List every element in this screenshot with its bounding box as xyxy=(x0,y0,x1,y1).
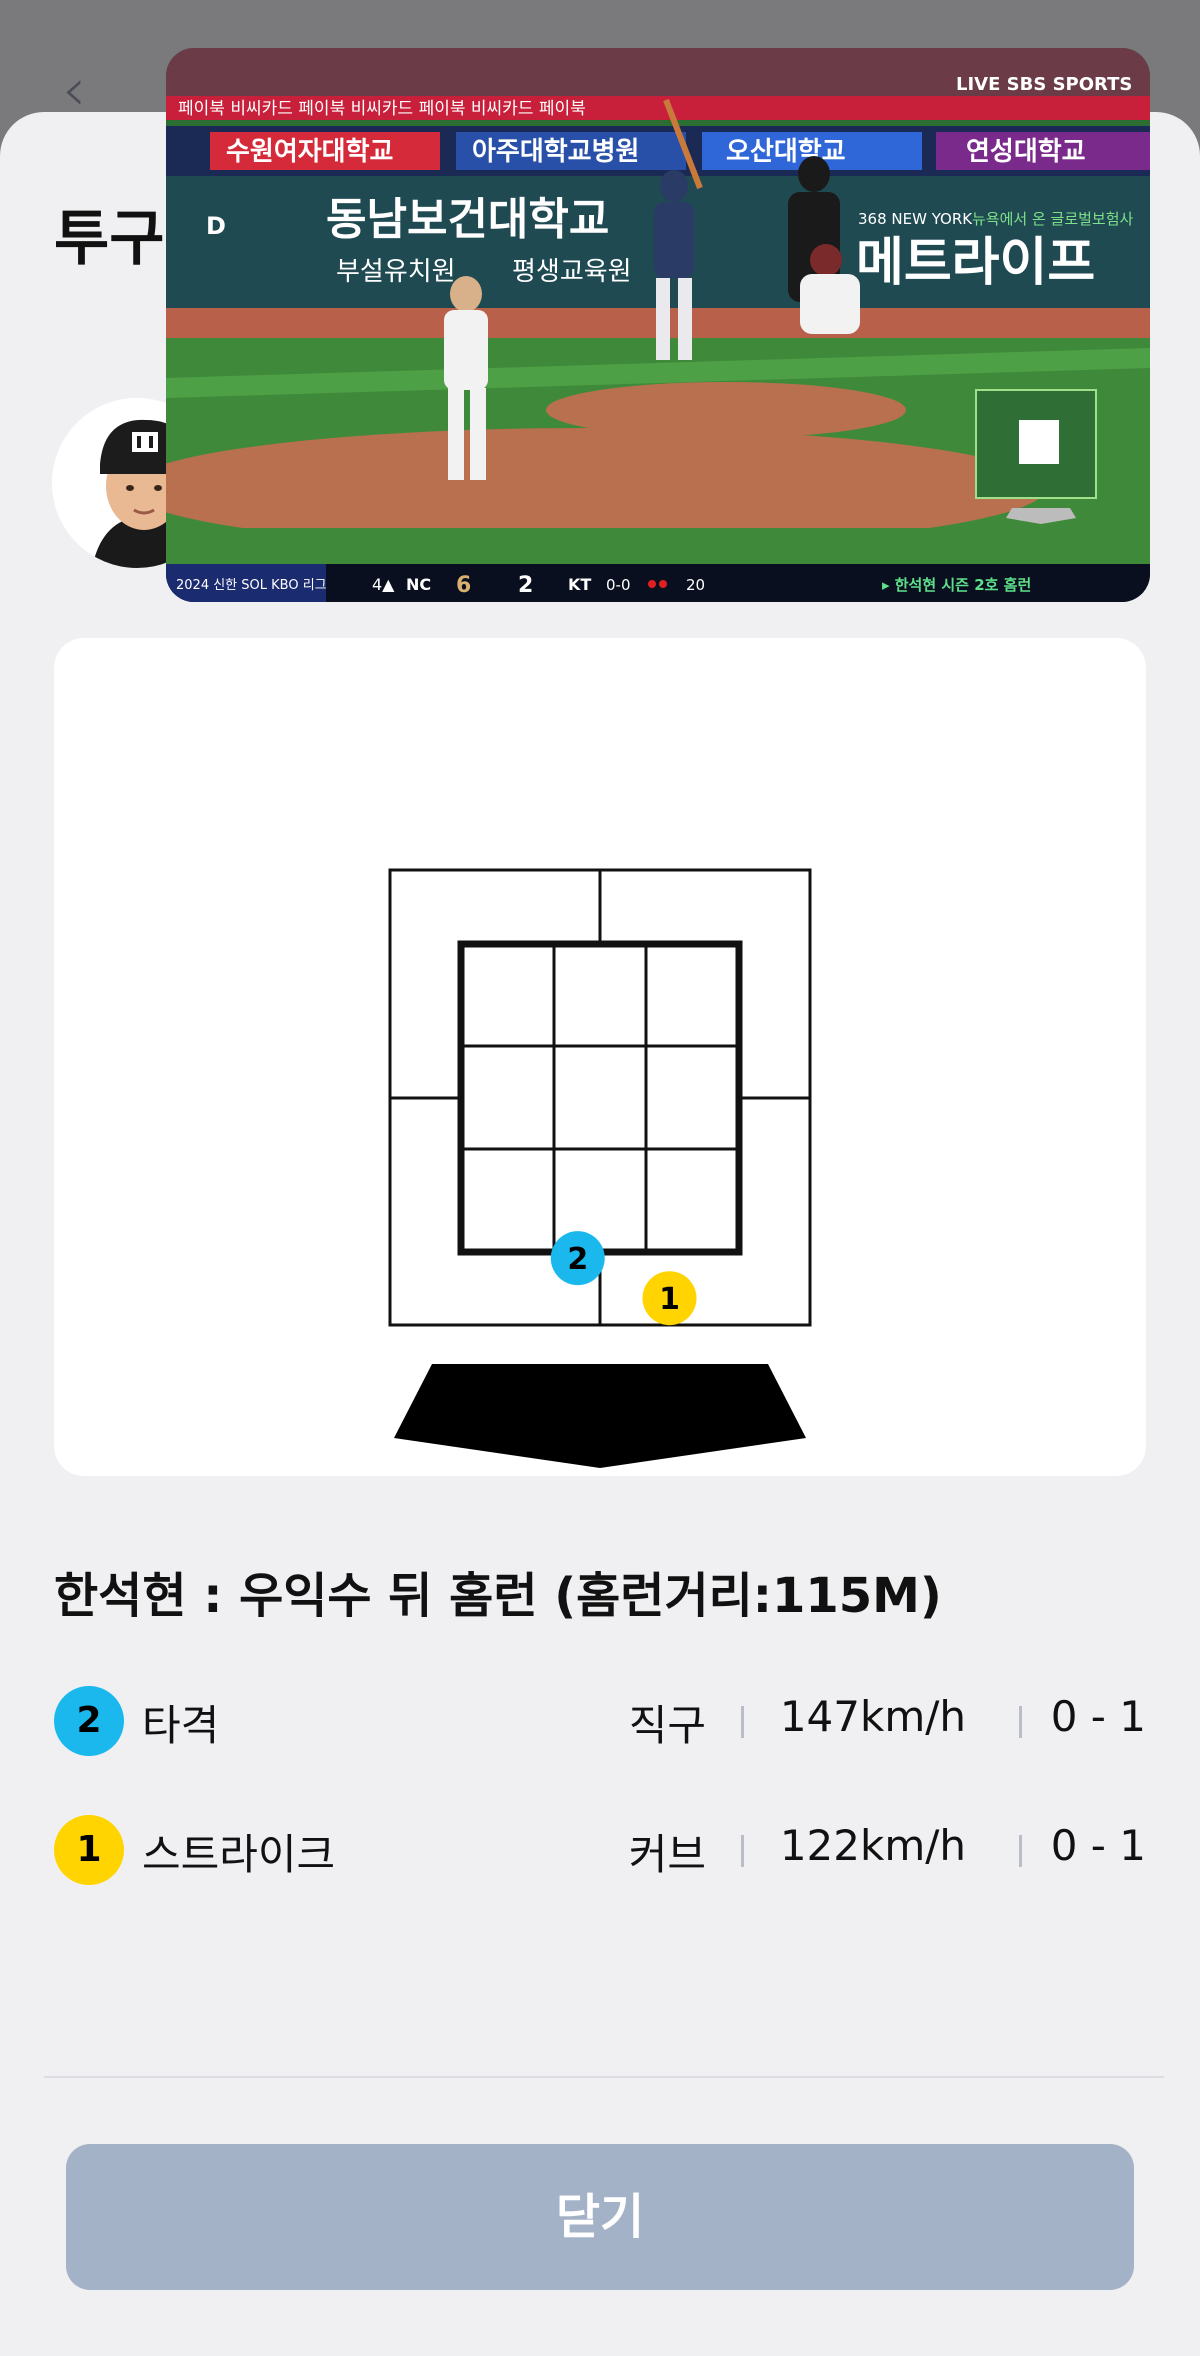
ad-wall-sub-2: 평생교육원 xyxy=(512,257,632,287)
strike-zone-diagram: 12 xyxy=(388,868,812,1468)
away-team: NC xyxy=(406,575,431,594)
strike-zone-card: 12 xyxy=(54,638,1146,1476)
wall-logo-d: D xyxy=(206,212,226,240)
pitch-speed: 147km/h xyxy=(779,1692,966,1741)
away-score: 6 xyxy=(456,573,471,598)
separator xyxy=(741,1706,744,1738)
ad-wall-main: 동남보건대학교 xyxy=(326,194,609,245)
ad-board-1: 수원여자대학교 xyxy=(226,137,393,167)
pitch-count: 20 xyxy=(686,576,705,594)
ad-board-4: 연성대학교 xyxy=(966,137,1086,167)
pitch-type: 커브 xyxy=(628,1830,706,1879)
pitch-number-badge: 2 xyxy=(54,1686,124,1756)
ad-board-2: 아주대학교병원 xyxy=(472,137,639,167)
divider xyxy=(44,2076,1164,2078)
ad-wall-small-2: 뉴욕에서 온 글로벌보험사 xyxy=(972,210,1134,228)
league-label: 2024 신한 SOL KBO 리그 xyxy=(176,578,327,593)
home-score: 2 xyxy=(518,573,533,598)
at-bat-result-title: 한석현 : 우익수 뒤 홈런 (홈런거리:115M) xyxy=(54,1568,942,1624)
ad-wall-sub-1: 부설유치원 xyxy=(336,257,456,287)
pitch-row-2: 2 타격 직구 147km/h 0 - 1 xyxy=(54,1686,1146,1756)
ad-board-3: 오산대학교 xyxy=(726,137,846,167)
pitch-row-1: 1 스트라이크 커브 122km/h 0 - 1 xyxy=(54,1815,1146,1885)
pitch-marker-number: 2 xyxy=(567,1242,588,1277)
video-frame: 페이북 비씨카드 페이북 비씨카드 페이북 비씨카드 페이북 LIVE SBS … xyxy=(166,48,1150,602)
pitch-marker-number: 1 xyxy=(659,1282,680,1317)
out-light xyxy=(659,580,667,588)
pitch-speed: 122km/h xyxy=(779,1821,966,1870)
count-label: 0-0 xyxy=(606,576,631,594)
pitch-result: 스트라이크 xyxy=(142,1830,336,1879)
pitch-marker-1: 1 xyxy=(642,1271,697,1326)
pitch-type: 직구 xyxy=(628,1701,706,1750)
ball-strike-count: 0 - 1 xyxy=(1050,1692,1146,1741)
separator xyxy=(1019,1835,1022,1867)
home-team: KT xyxy=(568,575,591,594)
inning-label: 4▲ xyxy=(372,575,395,594)
pitch-number-badge: 1 xyxy=(54,1815,124,1885)
separator xyxy=(1019,1706,1022,1738)
broadcaster-logo: LIVE SBS SPORTS xyxy=(956,74,1132,95)
back-chevron-icon[interactable]: ‹ xyxy=(62,60,112,120)
ball-strike-count: 0 - 1 xyxy=(1050,1821,1146,1870)
pitch-marker-2: 2 xyxy=(550,1231,605,1286)
page-title: 투구 xyxy=(54,204,165,274)
highlight-video-player[interactable]: 페이북 비씨카드 페이북 비씨카드 페이북 비씨카드 페이북 LIVE SBS … xyxy=(166,48,1150,602)
close-button[interactable]: 닫기 xyxy=(66,2144,1134,2290)
separator xyxy=(741,1835,744,1867)
ad-wall-small-1: 368 NEW YORK xyxy=(858,210,973,228)
out-light xyxy=(648,580,656,588)
stands-banner-text: 페이북 비씨카드 페이북 비씨카드 페이북 비씨카드 페이북 xyxy=(178,99,586,119)
ad-wall-right: 메트라이프 xyxy=(856,233,1095,293)
video-caption: ▸ 한석현 시즌 2호 홈런 xyxy=(882,576,1031,594)
pitch-result: 타격 xyxy=(142,1701,220,1750)
